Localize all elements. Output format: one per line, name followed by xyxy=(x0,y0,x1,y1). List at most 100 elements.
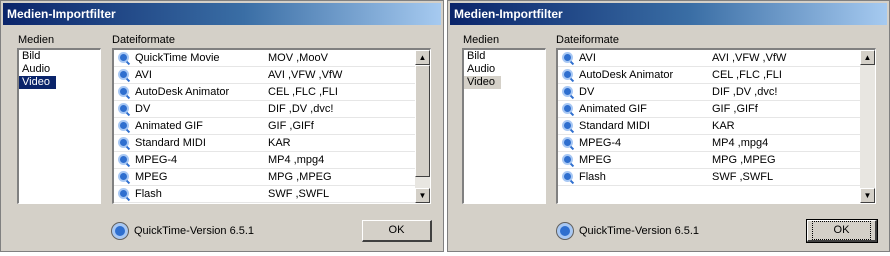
format-row[interactable]: MPEG MPG ,MPEG xyxy=(114,169,430,186)
quicktime-icon xyxy=(118,188,129,199)
format-row[interactable]: MPEG MPG ,MPEG xyxy=(558,152,875,169)
format-row[interactable]: Flash SWF ,SWFL xyxy=(558,169,875,186)
dialog-title: Medien-Importfilter xyxy=(450,3,887,25)
dialog-title: Medien-Importfilter xyxy=(3,3,441,25)
quicktime-icon xyxy=(556,222,574,240)
quicktime-icon xyxy=(118,120,129,131)
formats-list[interactable]: AVI AVI ,VFW ,VfW AutoDesk Animator CEL ,FL… xyxy=(556,48,876,204)
format-name: DV xyxy=(579,86,595,98)
quicktime-icon xyxy=(562,103,573,114)
format-extensions: DIF ,DV ,dvc! xyxy=(268,103,334,115)
quicktime-icon xyxy=(118,103,129,114)
format-name: MPEG-4 xyxy=(579,137,622,149)
ok-button[interactable]: OK xyxy=(362,220,432,242)
scroll-down-button[interactable]: ▼ xyxy=(415,188,430,203)
format-extensions: CEL ,FLC ,FLI xyxy=(268,86,338,98)
format-row[interactable]: AVI AVI ,VFW ,VfW xyxy=(558,50,875,67)
formats-label: Dateiformate xyxy=(556,34,619,46)
format-row[interactable]: Flash SWF ,SWFL xyxy=(114,186,430,203)
quicktime-icon xyxy=(562,86,573,97)
quicktime-icon xyxy=(118,52,129,63)
media-item-bild[interactable]: Bild xyxy=(19,50,100,63)
formats-label: Dateiformate xyxy=(112,34,175,46)
formats-rows: QuickTime Movie MOV ,MooV AVI AVI ,VFW ,VfW… xyxy=(114,50,430,203)
format-row[interactable]: Animated GIF GIF ,GIFf xyxy=(558,101,875,118)
formats-scrollbar[interactable]: ▲ ▼ xyxy=(415,50,430,203)
format-row[interactable]: Animated GIF GIF ,GIFf xyxy=(114,118,430,135)
format-row[interactable]: MPEG-4 MP4 ,mpg4 xyxy=(114,152,430,169)
format-extensions: GIF ,GIFf xyxy=(268,120,314,132)
media-list[interactable]: Bild Audio Video xyxy=(17,48,101,204)
format-name: AVI xyxy=(579,52,596,64)
media-item-video[interactable]: Video xyxy=(464,76,501,89)
format-row[interactable]: DV DIF ,DV ,dvc! xyxy=(558,84,875,101)
format-row[interactable]: Standard MIDI KAR xyxy=(558,118,875,135)
format-name: MPEG xyxy=(135,171,168,183)
format-extensions: SWF ,SWFL xyxy=(712,171,774,183)
quicktime-icon xyxy=(562,171,573,182)
format-extensions: MOV ,MooV xyxy=(268,52,328,64)
format-extensions: KAR xyxy=(268,137,291,149)
format-name: QuickTime Movie xyxy=(135,52,220,64)
format-extensions: GIF ,GIFf xyxy=(712,103,758,115)
format-name: Standard MIDI xyxy=(135,137,206,149)
media-label: Medien xyxy=(463,34,500,46)
format-name: AVI xyxy=(135,69,152,81)
format-extensions: SWF ,SWFL xyxy=(268,188,330,200)
media-item-audio[interactable]: Audio xyxy=(19,63,100,76)
format-extensions: KAR xyxy=(712,120,735,132)
quicktime-version: QuickTime-Version 6.5.1 xyxy=(134,225,255,237)
quicktime-icon xyxy=(118,171,129,182)
formats-scrollbar[interactable]: ▲ ▼ xyxy=(860,50,875,203)
media-item-audio[interactable]: Audio xyxy=(464,63,545,76)
format-row[interactable]: QuickTime Movie MOV ,MooV xyxy=(114,50,430,67)
media-item-video[interactable]: Video xyxy=(19,76,56,89)
import-filter-dialog-right: Medien-Importfilter Medien Dateiformate … xyxy=(447,0,890,252)
quicktime-icon xyxy=(562,154,573,165)
quicktime-icon xyxy=(111,222,129,240)
format-extensions: MP4 ,mpg4 xyxy=(268,154,325,166)
format-extensions: AVI ,VFW ,VfW xyxy=(268,69,343,81)
quicktime-icon xyxy=(562,137,573,148)
format-row[interactable]: AutoDesk Animator CEL ,FLC ,FLI xyxy=(114,84,430,101)
media-list[interactable]: Bild Audio Video xyxy=(462,48,546,204)
format-extensions: MPG ,MPEG xyxy=(712,154,776,166)
format-name: Animated GIF xyxy=(135,120,203,132)
format-name: MPEG xyxy=(579,154,612,166)
quicktime-version: QuickTime-Version 6.5.1 xyxy=(579,225,700,237)
format-extensions: DIF ,DV ,dvc! xyxy=(712,86,778,98)
quicktime-icon xyxy=(118,154,129,165)
media-item-bild[interactable]: Bild xyxy=(464,50,545,63)
format-name: AutoDesk Animator xyxy=(135,86,230,98)
quicktime-icon xyxy=(118,69,129,80)
format-extensions: AVI ,VFW ,VfW xyxy=(712,52,787,64)
quicktime-icon xyxy=(118,86,129,97)
quicktime-icon xyxy=(562,120,573,131)
scroll-down-button[interactable]: ▼ xyxy=(860,188,875,203)
ok-button[interactable]: OK xyxy=(806,219,878,243)
format-name: Flash xyxy=(135,188,162,200)
format-extensions: MPG ,MPEG xyxy=(268,171,332,183)
quicktime-icon xyxy=(118,137,129,148)
format-row[interactable]: MPEG-4 MP4 ,mpg4 xyxy=(558,135,875,152)
quicktime-icon xyxy=(562,69,573,80)
format-extensions: CEL ,FLC ,FLI xyxy=(712,69,782,81)
scroll-up-button[interactable]: ▲ xyxy=(860,50,875,65)
import-filter-dialog-left: Medien-Importfilter Medien Dateiformate … xyxy=(0,0,444,252)
format-row[interactable]: AutoDesk Animator CEL ,FLC ,FLI xyxy=(558,67,875,84)
scroll-thumb[interactable] xyxy=(415,65,430,177)
format-row[interactable]: AVI AVI ,VFW ,VfW xyxy=(114,67,430,84)
formats-rows: AVI AVI ,VFW ,VfW AutoDesk Animator CEL ,FL… xyxy=(558,50,875,186)
format-row[interactable]: DV DIF ,DV ,dvc! xyxy=(114,101,430,118)
media-label: Medien xyxy=(18,34,55,46)
format-name: Animated GIF xyxy=(579,103,647,115)
format-extensions: MP4 ,mpg4 xyxy=(712,137,769,149)
format-name: Flash xyxy=(579,171,606,183)
format-name: Standard MIDI xyxy=(579,120,650,132)
scroll-up-button[interactable]: ▲ xyxy=(415,50,430,65)
format-row[interactable]: Standard MIDI KAR xyxy=(114,135,430,152)
quicktime-icon xyxy=(562,52,573,63)
format-name: AutoDesk Animator xyxy=(579,69,674,81)
format-name: DV xyxy=(135,103,151,115)
formats-list[interactable]: QuickTime Movie MOV ,MooV AVI AVI ,VFW ,VfW… xyxy=(112,48,431,204)
